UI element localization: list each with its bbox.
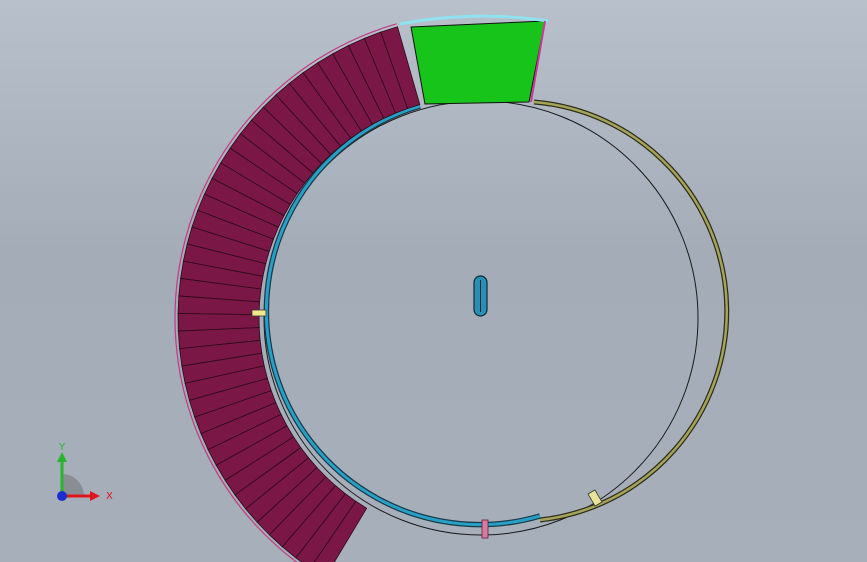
y-axis-arrow-head: [57, 452, 67, 462]
x-axis-label: X: [106, 491, 113, 502]
yellow-marker-left: [251, 309, 267, 317]
conveyor-segments[interactable]: [174, 23, 421, 562]
axis-triad: Y X: [57, 442, 113, 502]
model-view[interactable]: [0, 0, 867, 562]
green-section[interactable]: [410, 20, 546, 105]
yellow-marker-right: [587, 489, 603, 507]
cad-viewport[interactable]: Y X: [0, 0, 867, 562]
outer-ring-circle: [263, 100, 699, 536]
z-axis-dot: [57, 491, 67, 501]
x-axis-arrow-head: [90, 491, 100, 501]
pink-marker-bottom: [481, 519, 489, 539]
y-axis-label: Y: [58, 442, 66, 453]
